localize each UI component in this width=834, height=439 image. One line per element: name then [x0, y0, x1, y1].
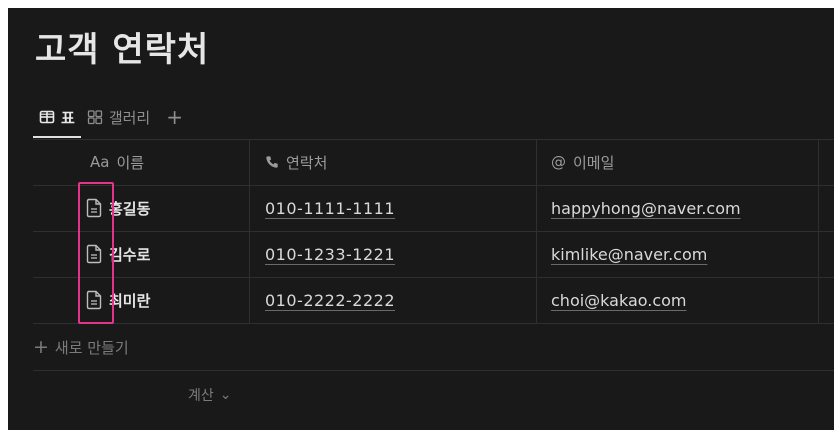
highlight-box	[78, 182, 114, 324]
column-header-phone[interactable]: 연락처	[265, 139, 327, 185]
table-icon	[39, 110, 55, 124]
new-row-label: 새로 만들기	[54, 338, 129, 357]
page-title: 고객 연락처	[35, 30, 210, 70]
tab-label: 표	[61, 108, 75, 127]
gallery-icon	[87, 110, 102, 125]
column-header-name[interactable]: Aa 이름	[90, 139, 144, 185]
new-row-button[interactable]: + 새로 만들기	[33, 324, 129, 370]
email-cell[interactable]: happyhong@naver.com	[551, 185, 741, 231]
email-link[interactable]: choi@kakao.com	[551, 291, 687, 310]
divider	[33, 323, 834, 324]
calculate-button[interactable]: 계산 ⌄	[188, 375, 232, 415]
calculate-label: 계산	[188, 388, 214, 404]
phone-icon	[266, 156, 278, 168]
add-view-button[interactable]: +	[156, 96, 193, 138]
phone-cell[interactable]: 010-1111-1111	[265, 185, 395, 231]
database-view: 고객 연락처 표 갤러리 + Aa 이름 연락처 @ 이메일 홍길동 010-1…	[8, 8, 834, 430]
column-header-email[interactable]: @ 이메일	[551, 139, 614, 185]
tab-gallery[interactable]: 갤러리	[81, 96, 156, 138]
phone-cell[interactable]: 010-1233-1221	[265, 231, 395, 277]
table-row[interactable]: 홍길동 010-1111-1111 happyhong@naver.com	[33, 185, 834, 231]
phone-link[interactable]: 010-2222-2222	[265, 291, 395, 310]
column-label: 연락처	[286, 153, 328, 172]
email-link[interactable]: happyhong@naver.com	[551, 199, 741, 218]
email-type-icon: @	[551, 153, 566, 171]
column-label: 이름	[116, 153, 145, 172]
column-label: 이메일	[573, 153, 615, 172]
email-cell[interactable]: choi@kakao.com	[551, 277, 687, 323]
email-cell[interactable]: kimlike@naver.com	[551, 231, 707, 277]
row-name: 홍길동	[109, 199, 151, 218]
divider	[33, 139, 834, 140]
plus-icon: +	[33, 336, 49, 358]
row-name: 최미란	[109, 291, 151, 310]
table-row[interactable]: 김수로 010-1233-1221 kimlike@naver.com	[33, 231, 834, 277]
table-row[interactable]: 최미란 010-2222-2222 choi@kakao.com	[33, 277, 834, 323]
phone-link[interactable]: 010-1233-1221	[265, 245, 395, 264]
chevron-down-icon: ⌄	[219, 387, 232, 403]
text-type-icon: Aa	[90, 153, 110, 171]
tab-table[interactable]: 표	[33, 96, 81, 138]
phone-link[interactable]: 010-1111-1111	[265, 199, 395, 218]
divider	[33, 370, 834, 371]
row-name: 김수로	[109, 245, 151, 264]
email-link[interactable]: kimlike@naver.com	[551, 245, 707, 264]
phone-cell[interactable]: 010-2222-2222	[265, 277, 395, 323]
view-tabs: 표 갤러리 +	[33, 96, 193, 138]
tab-label: 갤러리	[108, 108, 151, 127]
